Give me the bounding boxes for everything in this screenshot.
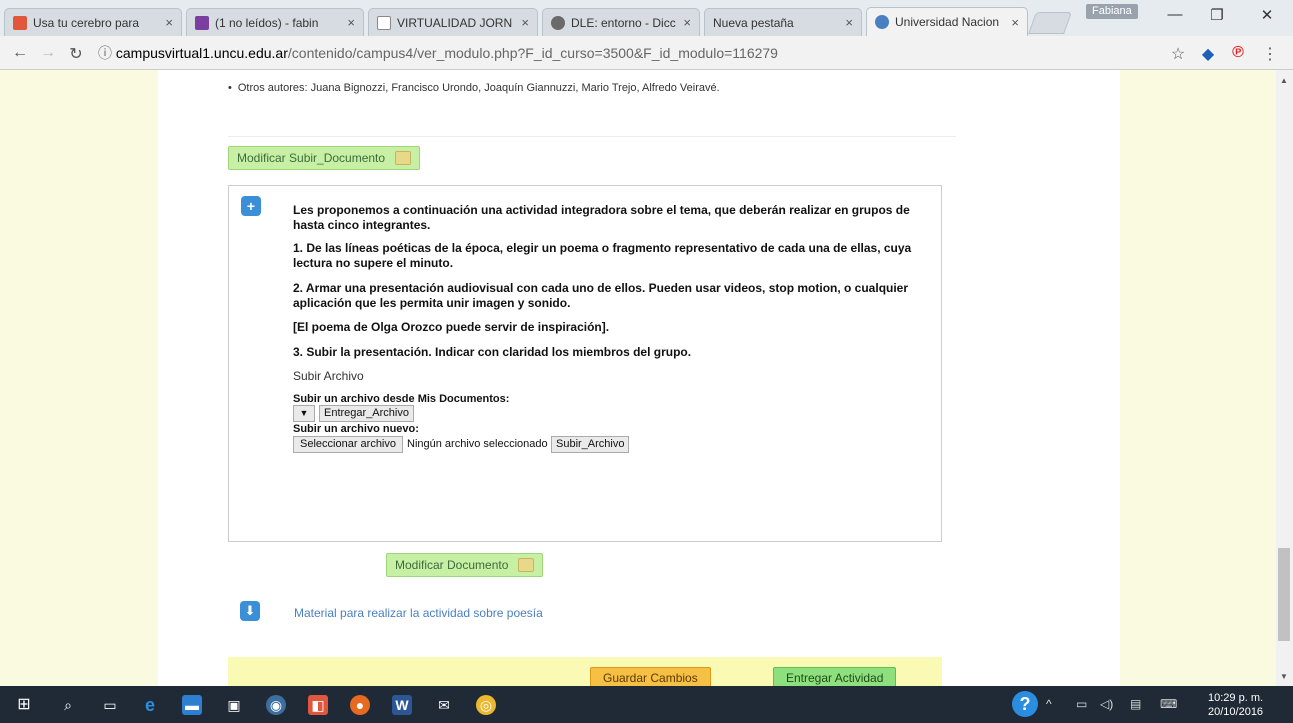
reload-icon[interactable]: ↻ <box>66 44 86 64</box>
edit-icon <box>518 558 535 572</box>
scroll-down-icon[interactable]: ▼ <box>1280 672 1288 681</box>
activity-box: + Les proponemos a continuación una acti… <box>228 185 942 542</box>
new-tab-button[interactable] <box>1027 12 1073 34</box>
mail-icon <box>195 15 209 30</box>
modify-document-button[interactable]: Modificar Documento <box>386 553 544 577</box>
url-input[interactable]: ⓘ campusvirtual1.uncu.edu.ar/contenido/c… <box>98 41 1158 65</box>
activity-step-3: 3. Subir la presentación. Indicar con cl… <box>293 345 692 359</box>
tab-dle[interactable]: DLE: entorno - Dicc × <box>542 8 700 36</box>
tab-virtualidad[interactable]: VIRTUALIDAD JORN × <box>368 8 538 36</box>
star-icon[interactable]: ☆ <box>1168 44 1188 64</box>
volume-icon[interactable]: ◁) <box>1100 697 1113 711</box>
pinterest-icon[interactable]: ℗ <box>1228 44 1248 62</box>
app-icon[interactable]: ◉ <box>266 695 286 715</box>
keyboard-icon[interactable]: ⌨ <box>1160 697 1177 711</box>
document-icon <box>377 15 391 30</box>
menu-icon[interactable]: ⋮ <box>1260 44 1280 64</box>
material-link[interactable]: Material para realizar la actividad sobr… <box>294 606 543 620</box>
globe-icon <box>875 15 889 29</box>
chevron-up-icon[interactable]: ^ <box>1046 697 1052 711</box>
notification-icon[interactable]: ▤ <box>1130 697 1141 711</box>
back-icon[interactable]: ← <box>10 44 30 62</box>
help-icon[interactable]: ? <box>1012 691 1038 717</box>
download-icon[interactable]: ⬇ <box>240 601 260 621</box>
other-authors-text: Otros autores: Juana Bignozzi, Francisco… <box>228 82 720 94</box>
mail-app-icon[interactable]: ✉ <box>434 695 454 715</box>
url-domain: campusvirtual1.uncu.edu.ar <box>115 45 288 61</box>
choose-file-button[interactable]: Seleccionar archivo <box>293 436 403 453</box>
search-icon[interactable]: ⌕ <box>58 695 78 715</box>
close-icon[interactable]: × <box>521 15 529 30</box>
minimize-icon[interactable]: — <box>1160 6 1190 23</box>
forward-icon[interactable]: → <box>38 44 58 62</box>
tab-universidad[interactable]: Universidad Nacion × <box>866 7 1028 36</box>
edge-icon[interactable]: e <box>140 695 160 715</box>
scroll-thumb[interactable] <box>1278 548 1290 641</box>
edit-icon <box>395 151 412 165</box>
store-icon[interactable]: ▣ <box>224 695 244 715</box>
clock-time: 10:29 p. m. <box>1208 692 1264 704</box>
windows-start-icon[interactable]: ⊞ <box>14 695 34 715</box>
info-icon[interactable]: ⓘ <box>98 45 116 61</box>
chrome-icon[interactable]: ◎ <box>476 695 496 715</box>
file-explorer-icon[interactable]: ▬ <box>182 695 202 715</box>
activity-step-2: 2. Armar una presentación audiovisual co… <box>293 281 909 310</box>
page-viewport: Otros autores: Juana Bignozzi, Francisco… <box>0 70 1276 686</box>
modify-upload-label: Modificar Subir_Documento <box>237 151 386 165</box>
activity-inspiration: [El poema de Olga Orozco puede servir de… <box>293 320 610 334</box>
new-file-label: Subir un archivo nuevo: <box>293 423 419 435</box>
close-icon[interactable]: × <box>165 15 173 30</box>
upload-file-button[interactable]: Subir_Archivo <box>551 436 630 453</box>
no-file-text: Ningún archivo seleccionado <box>407 438 548 450</box>
word-icon[interactable]: W <box>392 695 412 715</box>
activity-intro: Les proponemos a continuación una activi… <box>293 203 910 232</box>
clock-date: 20/10/2016 <box>1208 706 1264 718</box>
brain-icon <box>13 15 27 30</box>
task-view-icon[interactable]: ▭ <box>100 695 120 715</box>
from-docs-label: Subir un archivo desde Mis Documentos: <box>293 393 510 405</box>
modify-upload-button[interactable]: Modificar Subir_Documento <box>228 146 421 170</box>
taskbar: ⊞ ⌕ ▭ e ▬ ▣ ◉ ◧ ● W ✉ ◎ ? ^ ▭ ◁) ▤ ⌨ 10:… <box>0 686 1293 723</box>
deliver-activity-button[interactable]: Entregar Actividad <box>773 667 897 686</box>
tab-usa-tu-cerebro[interactable]: Usa tu cerebro para × <box>4 8 182 36</box>
close-icon[interactable]: × <box>347 15 355 30</box>
modify-document-label: Modificar Documento <box>395 558 509 572</box>
window-close-icon[interactable]: ✕ <box>1252 6 1282 24</box>
documents-dropdown[interactable]: ▼ <box>293 405 315 422</box>
app-orange-icon[interactable]: ◧ <box>308 695 328 715</box>
close-icon[interactable]: × <box>845 15 853 30</box>
url-path: /contenido/campus4/ver_modulo.php?F_id_c… <box>287 45 778 61</box>
scroll-up-icon[interactable]: ▲ <box>1280 76 1288 85</box>
save-button[interactable]: Guardar Cambios <box>590 667 711 686</box>
tab-nueva-pestana[interactable]: Nueva pestaña × <box>704 8 862 36</box>
scrollbar[interactable]: ▲ ▼ <box>1276 70 1293 686</box>
taskbar-clock[interactable]: 10:29 p. m. 20/10/2016 <box>1208 691 1263 719</box>
activity-step-1: 1. De las líneas poéticas de la época, e… <box>293 241 912 270</box>
bell-icon <box>551 15 565 30</box>
profile-badge[interactable]: Fabiana <box>1086 4 1138 19</box>
tab-mail[interactable]: (1 no leídos) - fabin × <box>186 8 364 36</box>
address-bar: ← → ↻ ⓘ campusvirtual1.uncu.edu.ar/conte… <box>0 36 1293 70</box>
firefox-icon[interactable]: ● <box>350 695 370 715</box>
battery-icon[interactable]: ▭ <box>1076 697 1087 711</box>
upload-title: Subir Archivo <box>293 369 364 383</box>
restore-icon[interactable]: ❐ <box>1202 6 1232 24</box>
divider <box>228 136 956 137</box>
diamond-icon[interactable]: ◆ <box>1198 44 1218 64</box>
expand-icon[interactable]: + <box>241 196 261 216</box>
close-icon[interactable]: × <box>1011 15 1019 30</box>
deliver-file-button[interactable]: Entregar_Archivo <box>319 405 414 422</box>
action-bar: Guardar Cambios Entregar Actividad <box>228 657 942 686</box>
tab-strip: Usa tu cerebro para × (1 no leídos) - fa… <box>0 0 1293 36</box>
close-icon[interactable]: × <box>683 15 691 30</box>
